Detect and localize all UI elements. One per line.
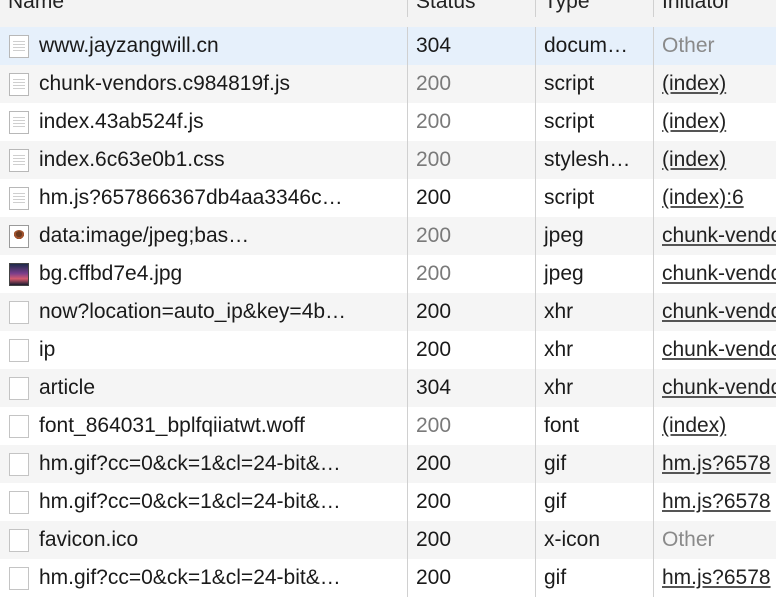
request-row[interactable]: ip 200 xhr chunk-vendors: [0, 331, 776, 369]
request-row[interactable]: www.jayzangwill.cn 304 docum… Other: [0, 27, 776, 65]
request-initiator-link[interactable]: chunk-vendors: [662, 338, 776, 361]
request-name: www.jayzangwill.cn: [39, 34, 219, 57]
request-row[interactable]: now?location=auto_ip&key=4b… 200 xhr chu…: [0, 293, 776, 331]
request-initiator-link[interactable]: hm.js?6578: [662, 566, 771, 589]
request-type: jpeg: [535, 255, 653, 293]
request-name: data:image/jpeg;bas…: [39, 224, 250, 247]
request-row[interactable]: bg.cffbd7e4.jpg 200 jpeg chunk-vendors: [0, 255, 776, 293]
request-row[interactable]: index.6c63e0b1.css 200 stylesh… (index): [0, 141, 776, 179]
request-initiator-link[interactable]: (index):6: [662, 186, 744, 209]
request-status: 200: [407, 331, 535, 369]
request-name: ip: [39, 338, 56, 361]
request-type: gif: [535, 559, 653, 597]
request-status: 200: [407, 483, 535, 521]
request-type: jpeg: [535, 217, 653, 255]
request-row[interactable]: index.43ab524f.js 200 script (index): [0, 103, 776, 141]
request-initiator-link[interactable]: hm.js?6578: [662, 452, 771, 475]
request-name: hm.gif?cc=0&ck=1&cl=24-bit&…: [39, 566, 341, 589]
request-initiator-link[interactable]: (index): [662, 72, 726, 95]
network-requests-table: Name Status Type Initiator www.jayzangwi…: [0, 0, 776, 606]
request-row[interactable]: hm.gif?cc=0&ck=1&cl=24-bit&… 200 gif hm.…: [0, 559, 776, 597]
request-status: 200: [407, 445, 535, 483]
request-name: favicon.ico: [39, 528, 139, 551]
request-status: 200: [407, 559, 535, 597]
request-type: gif: [535, 483, 653, 521]
request-status: 304: [407, 27, 535, 65]
request-name: hm.gif?cc=0&ck=1&cl=24-bit&…: [39, 490, 341, 513]
request-row[interactable]: hm.gif?cc=0&ck=1&cl=24-bit&… 200 gif hm.…: [0, 483, 776, 521]
column-header-name[interactable]: Name: [0, 0, 407, 17]
request-type: stylesh…: [535, 141, 653, 179]
request-row[interactable]: chunk-vendors.c984819f.js 200 script (in…: [0, 65, 776, 103]
request-status: 200: [407, 521, 535, 559]
request-initiator-link[interactable]: hm.js?6578: [662, 490, 771, 513]
request-type: script: [535, 103, 653, 141]
request-status: 200: [407, 293, 535, 331]
request-type: script: [535, 179, 653, 217]
request-initiator-link[interactable]: (index): [662, 414, 726, 437]
request-type: font: [535, 407, 653, 445]
request-initiator-link[interactable]: (index): [662, 110, 726, 133]
request-row[interactable]: article 304 xhr chunk-vendors: [0, 369, 776, 407]
request-name: hm.js?657866367db4aa3346c…: [39, 186, 343, 209]
request-initiator-link[interactable]: chunk-vendors: [662, 376, 776, 399]
request-status: 200: [407, 65, 535, 103]
request-name: chunk-vendors.c984819f.js: [39, 72, 290, 95]
request-name: bg.cffbd7e4.jpg: [39, 262, 183, 285]
column-header-type[interactable]: Type: [535, 0, 653, 17]
request-type: script: [535, 65, 653, 103]
request-status: 200: [407, 179, 535, 217]
request-initiator-link[interactable]: (index): [662, 148, 726, 171]
request-type: xhr: [535, 331, 653, 369]
request-type: xhr: [535, 369, 653, 407]
request-status: 200: [407, 217, 535, 255]
request-type: xhr: [535, 293, 653, 331]
request-type: docum…: [535, 27, 653, 65]
request-initiator-link[interactable]: chunk-vendors: [662, 262, 776, 285]
request-row[interactable]: hm.js?657866367db4aa3346c… 200 script (i…: [0, 179, 776, 217]
table-header: Name Status Type Initiator: [0, 0, 776, 28]
column-header-status[interactable]: Status: [407, 0, 535, 17]
request-initiator-link[interactable]: chunk-vendors: [662, 300, 776, 323]
request-row[interactable]: favicon.ico 200 x-icon Other: [0, 521, 776, 559]
request-name: now?location=auto_ip&key=4b…: [39, 300, 347, 323]
request-row[interactable]: font_864031_bplfqiiatwt.woff 200 font (i…: [0, 407, 776, 445]
request-initiator-link[interactable]: chunk-vendors: [662, 224, 776, 247]
column-header-initiator[interactable]: Initiator: [653, 0, 776, 17]
request-name: font_864031_bplfqiiatwt.woff: [39, 414, 305, 437]
request-name: index.43ab524f.js: [39, 110, 204, 133]
request-row[interactable]: hm.gif?cc=0&ck=1&cl=24-bit&… 200 gif hm.…: [0, 445, 776, 483]
request-row[interactable]: data:image/jpeg;bas… 200 jpeg chunk-vend…: [0, 217, 776, 255]
request-status: 200: [407, 103, 535, 141]
request-initiator: Other: [653, 27, 776, 65]
request-name: index.6c63e0b1.css: [39, 148, 225, 171]
request-initiator: Other: [653, 521, 776, 559]
request-status: 200: [407, 255, 535, 293]
request-name: article: [39, 376, 96, 399]
request-status: 200: [407, 407, 535, 445]
request-type: x-icon: [535, 521, 653, 559]
request-name: hm.gif?cc=0&ck=1&cl=24-bit&…: [39, 452, 341, 475]
request-type: gif: [535, 445, 653, 483]
request-status: 304: [407, 369, 535, 407]
request-list: www.jayzangwill.cn 304 docum… Other chun…: [0, 27, 776, 606]
request-status: 200: [407, 141, 535, 179]
